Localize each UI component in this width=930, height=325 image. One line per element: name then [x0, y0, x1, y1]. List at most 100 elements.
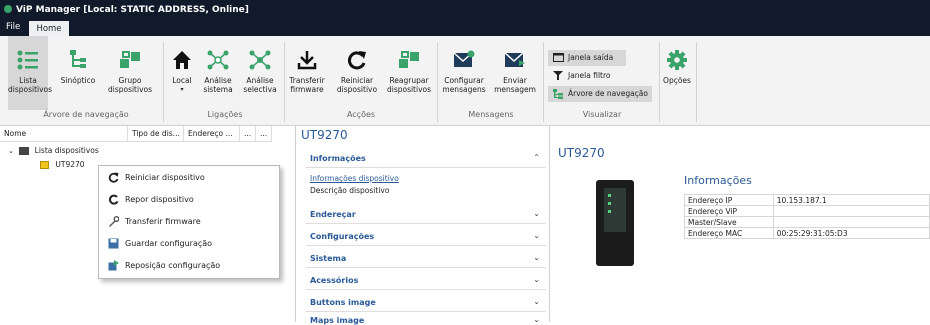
group-separator [543, 42, 544, 122]
menu-home-tab[interactable]: Home [29, 21, 69, 36]
section-buttons-image[interactable]: Buttons image ⌄ [306, 292, 546, 312]
device-image [596, 180, 634, 266]
info-table: Endereço IP 10.153.187.1 Endereço ViP Ma… [684, 194, 930, 239]
column-header-5[interactable]: ... [256, 126, 272, 142]
grupo-dispositivos-button[interactable]: Grupo dispositivos [106, 36, 154, 110]
info-value [772, 216, 930, 228]
transferir-label-2: firmware [290, 85, 324, 94]
column-header-nome[interactable]: Nome [0, 126, 128, 142]
device-led [608, 202, 611, 205]
informacoes-dispositivo-link[interactable]: Informações dispositivo [310, 174, 399, 183]
chevron-down-icon: ⌄ [533, 315, 540, 324]
reagrupar-label-1: Reagrupar [389, 76, 429, 85]
column-header-tipo[interactable]: Tipo de dis... [128, 126, 184, 142]
section-acessorios[interactable]: Acessórios ⌄ [306, 270, 546, 290]
device-led [608, 210, 611, 213]
info-label: Endereço MAC [684, 227, 774, 239]
grupo-label-2: dispositivos [107, 85, 153, 94]
group-label-arvore: Árvore de navegação [43, 110, 129, 119]
opcoes-button[interactable]: Opções [662, 36, 692, 110]
group-label-mensagens: Mensagens [468, 110, 514, 119]
reset-icon [108, 194, 119, 205]
info-value [772, 205, 930, 217]
network-icon [207, 50, 229, 70]
column-header-endereco[interactable]: Endereço ... [184, 126, 240, 142]
chevron-up-icon: ⌃ [533, 153, 540, 162]
group-separator [696, 42, 697, 122]
info-value: 10.153.187.1 [772, 194, 930, 206]
lista-dispositivos-button[interactable]: Lista dispositivos [8, 36, 53, 110]
analise-selectiva-button[interactable]: Análise selectiva [240, 36, 280, 110]
group-label-ligacoes: Ligações [207, 110, 243, 119]
reagrupar-dispositivos-button[interactable]: Reagrupar dispositivos [385, 36, 433, 110]
context-menu: Reiniciar dispositivo Repor dispositivo … [98, 165, 280, 279]
configurar-mensagens-button[interactable]: Configurar mensagens [440, 36, 488, 110]
descricao-dispositivo-link[interactable]: Descrição dispositivo [310, 186, 389, 195]
chevron-down-icon: ⌄ [533, 231, 540, 240]
janela-filtro-toggle[interactable]: Janela filtro [548, 68, 626, 84]
tree-icon [70, 50, 86, 68]
restore-config-icon [108, 260, 119, 271]
janela-filtro-label: Janela filtro [568, 71, 611, 80]
window-title-bar: ViP Manager [Local: STATIC ADDRESS, Onli… [0, 0, 930, 18]
context-item-guardar[interactable]: Guardar configuração [99, 234, 279, 254]
wrench-icon [109, 216, 119, 227]
section-label: Acessórios [310, 276, 359, 285]
envelope-config-icon [453, 50, 475, 67]
chevron-down-icon: ⌄ [533, 297, 540, 306]
chevron-down-icon: ⌄ [533, 275, 540, 284]
device-info-title: UT9270 [558, 146, 605, 160]
local-button[interactable]: Local ▾ [168, 36, 196, 110]
janela-saida-label: Janela saída [568, 53, 614, 62]
section-label: Informações [310, 154, 366, 163]
section-label: Endereçar [310, 210, 356, 219]
filter-icon [553, 71, 563, 80]
reiniciar-dispositivo-button[interactable]: Reiniciar dispositivo [333, 36, 381, 110]
tree-device-label: UT9270 [55, 160, 85, 169]
tree-device-row[interactable]: UT9270 [40, 160, 85, 169]
folder-icon [19, 147, 30, 155]
section-sistema[interactable]: Sistema ⌄ [306, 248, 546, 268]
menu-file[interactable]: File [6, 22, 20, 32]
analise-sistema-button[interactable]: Análise sistema [200, 36, 236, 110]
context-item-label: Transferir firmware [125, 217, 201, 226]
context-item-reposicao[interactable]: Reposição configuração [99, 256, 279, 276]
group-separator [284, 42, 285, 122]
context-item-label: Repor dispositivo [125, 195, 194, 204]
janela-saida-toggle[interactable]: Janela saída [548, 50, 626, 66]
group-separator [659, 42, 660, 122]
analise-selectiva-label-1: Análise [246, 76, 274, 85]
chevron-down-icon: ⌄ [533, 253, 540, 262]
tree-small-icon [553, 89, 563, 99]
section-enderecar[interactable]: Endereçar ⌄ [306, 204, 546, 224]
context-item-repor[interactable]: Repor dispositivo [99, 190, 279, 210]
context-item-transferir[interactable]: Transferir firmware [99, 212, 279, 232]
info-label: Endereço IP [684, 194, 774, 206]
menu-bar: File Home [0, 18, 930, 36]
chevron-down-icon: ⌄ [8, 147, 14, 155]
reiniciar-label-2: dispositivo [336, 85, 378, 94]
enviar-mensagem-button[interactable]: Enviar mensagem [492, 36, 538, 110]
group-label-accoes: Acções [346, 110, 376, 119]
group-label-visualizar: Visualizar [582, 110, 622, 119]
section-maps-image[interactable]: Maps image ⌄ [306, 310, 546, 325]
section-informacoes[interactable]: Informações ⌃ [306, 148, 546, 168]
tree-root-row[interactable]: ⌄ Lista dispositivos [8, 146, 99, 155]
analise-selectiva-label-2: selectiva [243, 85, 277, 94]
arvore-navegacao-toggle[interactable]: Árvore de navegação [548, 86, 652, 102]
info-label: Master/Slave [684, 216, 774, 228]
analise-sistema-label-1: Análise [204, 76, 232, 85]
context-item-reiniciar[interactable]: Reiniciar dispositivo [99, 168, 279, 188]
section-configuracoes[interactable]: Configurações ⌄ [306, 226, 546, 246]
lista-label-2: dispositivos [8, 85, 53, 94]
column-header-4[interactable]: ... [240, 126, 256, 142]
enviar-label-2: mensagem [494, 85, 536, 94]
app-icon [4, 5, 12, 13]
transferir-firmware-button[interactable]: Transferir firmware [287, 36, 327, 110]
refresh-icon [108, 172, 119, 183]
info-value: 00:25:29:31:05:D3 [772, 227, 930, 239]
device-config-panel: UT9270 Informações ⌃ Informações disposi… [298, 126, 550, 325]
group-separator [163, 42, 164, 122]
sinoptico-button[interactable]: Sinóptico [60, 36, 96, 110]
device-icon [40, 161, 49, 169]
